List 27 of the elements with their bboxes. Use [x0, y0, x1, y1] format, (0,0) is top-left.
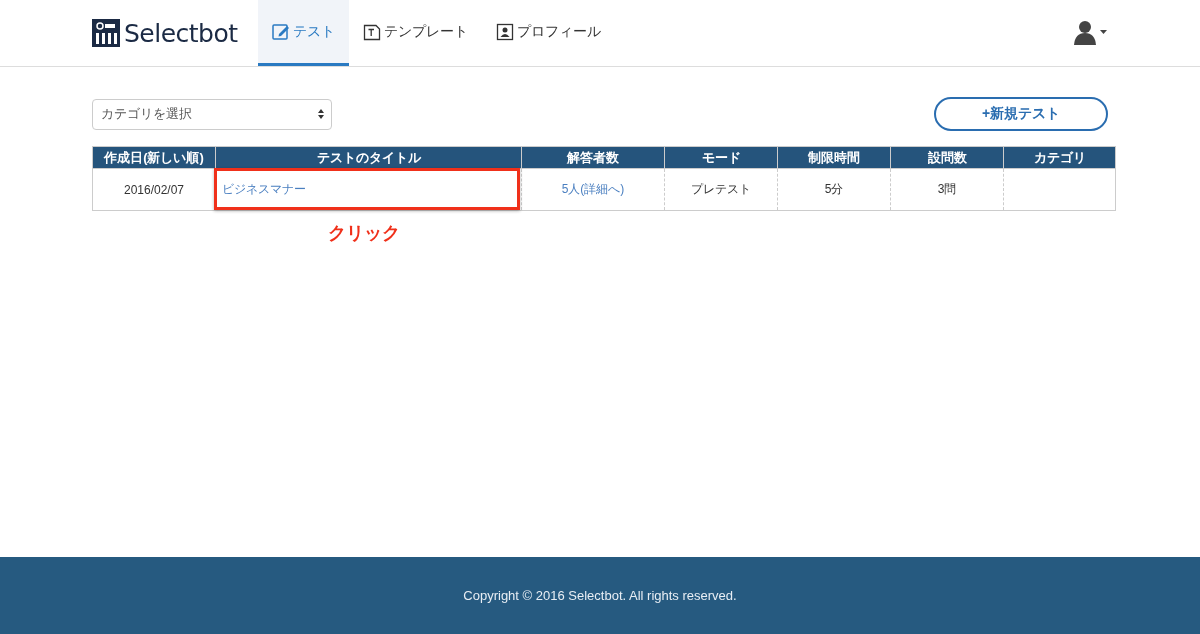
- copyright-text: Copyright © 2016 Selectbot. All rights reserved.: [463, 588, 737, 603]
- column-header: カテゴリ: [1003, 146, 1116, 169]
- table-link[interactable]: ビジネスマナー: [222, 182, 306, 196]
- table-cell: 2016/02/07: [123, 182, 185, 197]
- column-header: 解答者数: [521, 146, 665, 169]
- column-header: 設問数: [890, 146, 1004, 169]
- column-header: モード: [664, 146, 778, 169]
- category-select[interactable]: カテゴリを選択: [92, 98, 332, 130]
- table-cell: プレテスト: [691, 182, 751, 196]
- person-card-icon: [495, 22, 514, 41]
- user-menu-icon[interactable]: [1074, 20, 1108, 46]
- table-cell: 5分: [824, 182, 844, 196]
- robot-logo-icon: [92, 19, 120, 47]
- edit-icon: [271, 22, 290, 41]
- table-cell: 3問: [937, 182, 957, 196]
- nav-tab[interactable]: プロフィール: [481, 0, 615, 66]
- nav-tab[interactable]: テスト: [257, 0, 349, 66]
- column-header: テストのタイトル: [215, 146, 522, 169]
- new-test-button[interactable]: +新規テスト: [934, 97, 1108, 131]
- column-header: 作成日(新しい順): [92, 146, 216, 169]
- nav-tab[interactable]: テンプレート: [348, 0, 482, 66]
- table-link[interactable]: 5人(詳細へ): [561, 182, 625, 196]
- annotation-label: クリック: [328, 222, 400, 245]
- sort-arrows-icon: [317, 108, 325, 120]
- column-header: 制限時間: [777, 146, 891, 169]
- document-icon: [362, 22, 381, 41]
- logo-text[interactable]: Selectbot: [124, 18, 238, 48]
